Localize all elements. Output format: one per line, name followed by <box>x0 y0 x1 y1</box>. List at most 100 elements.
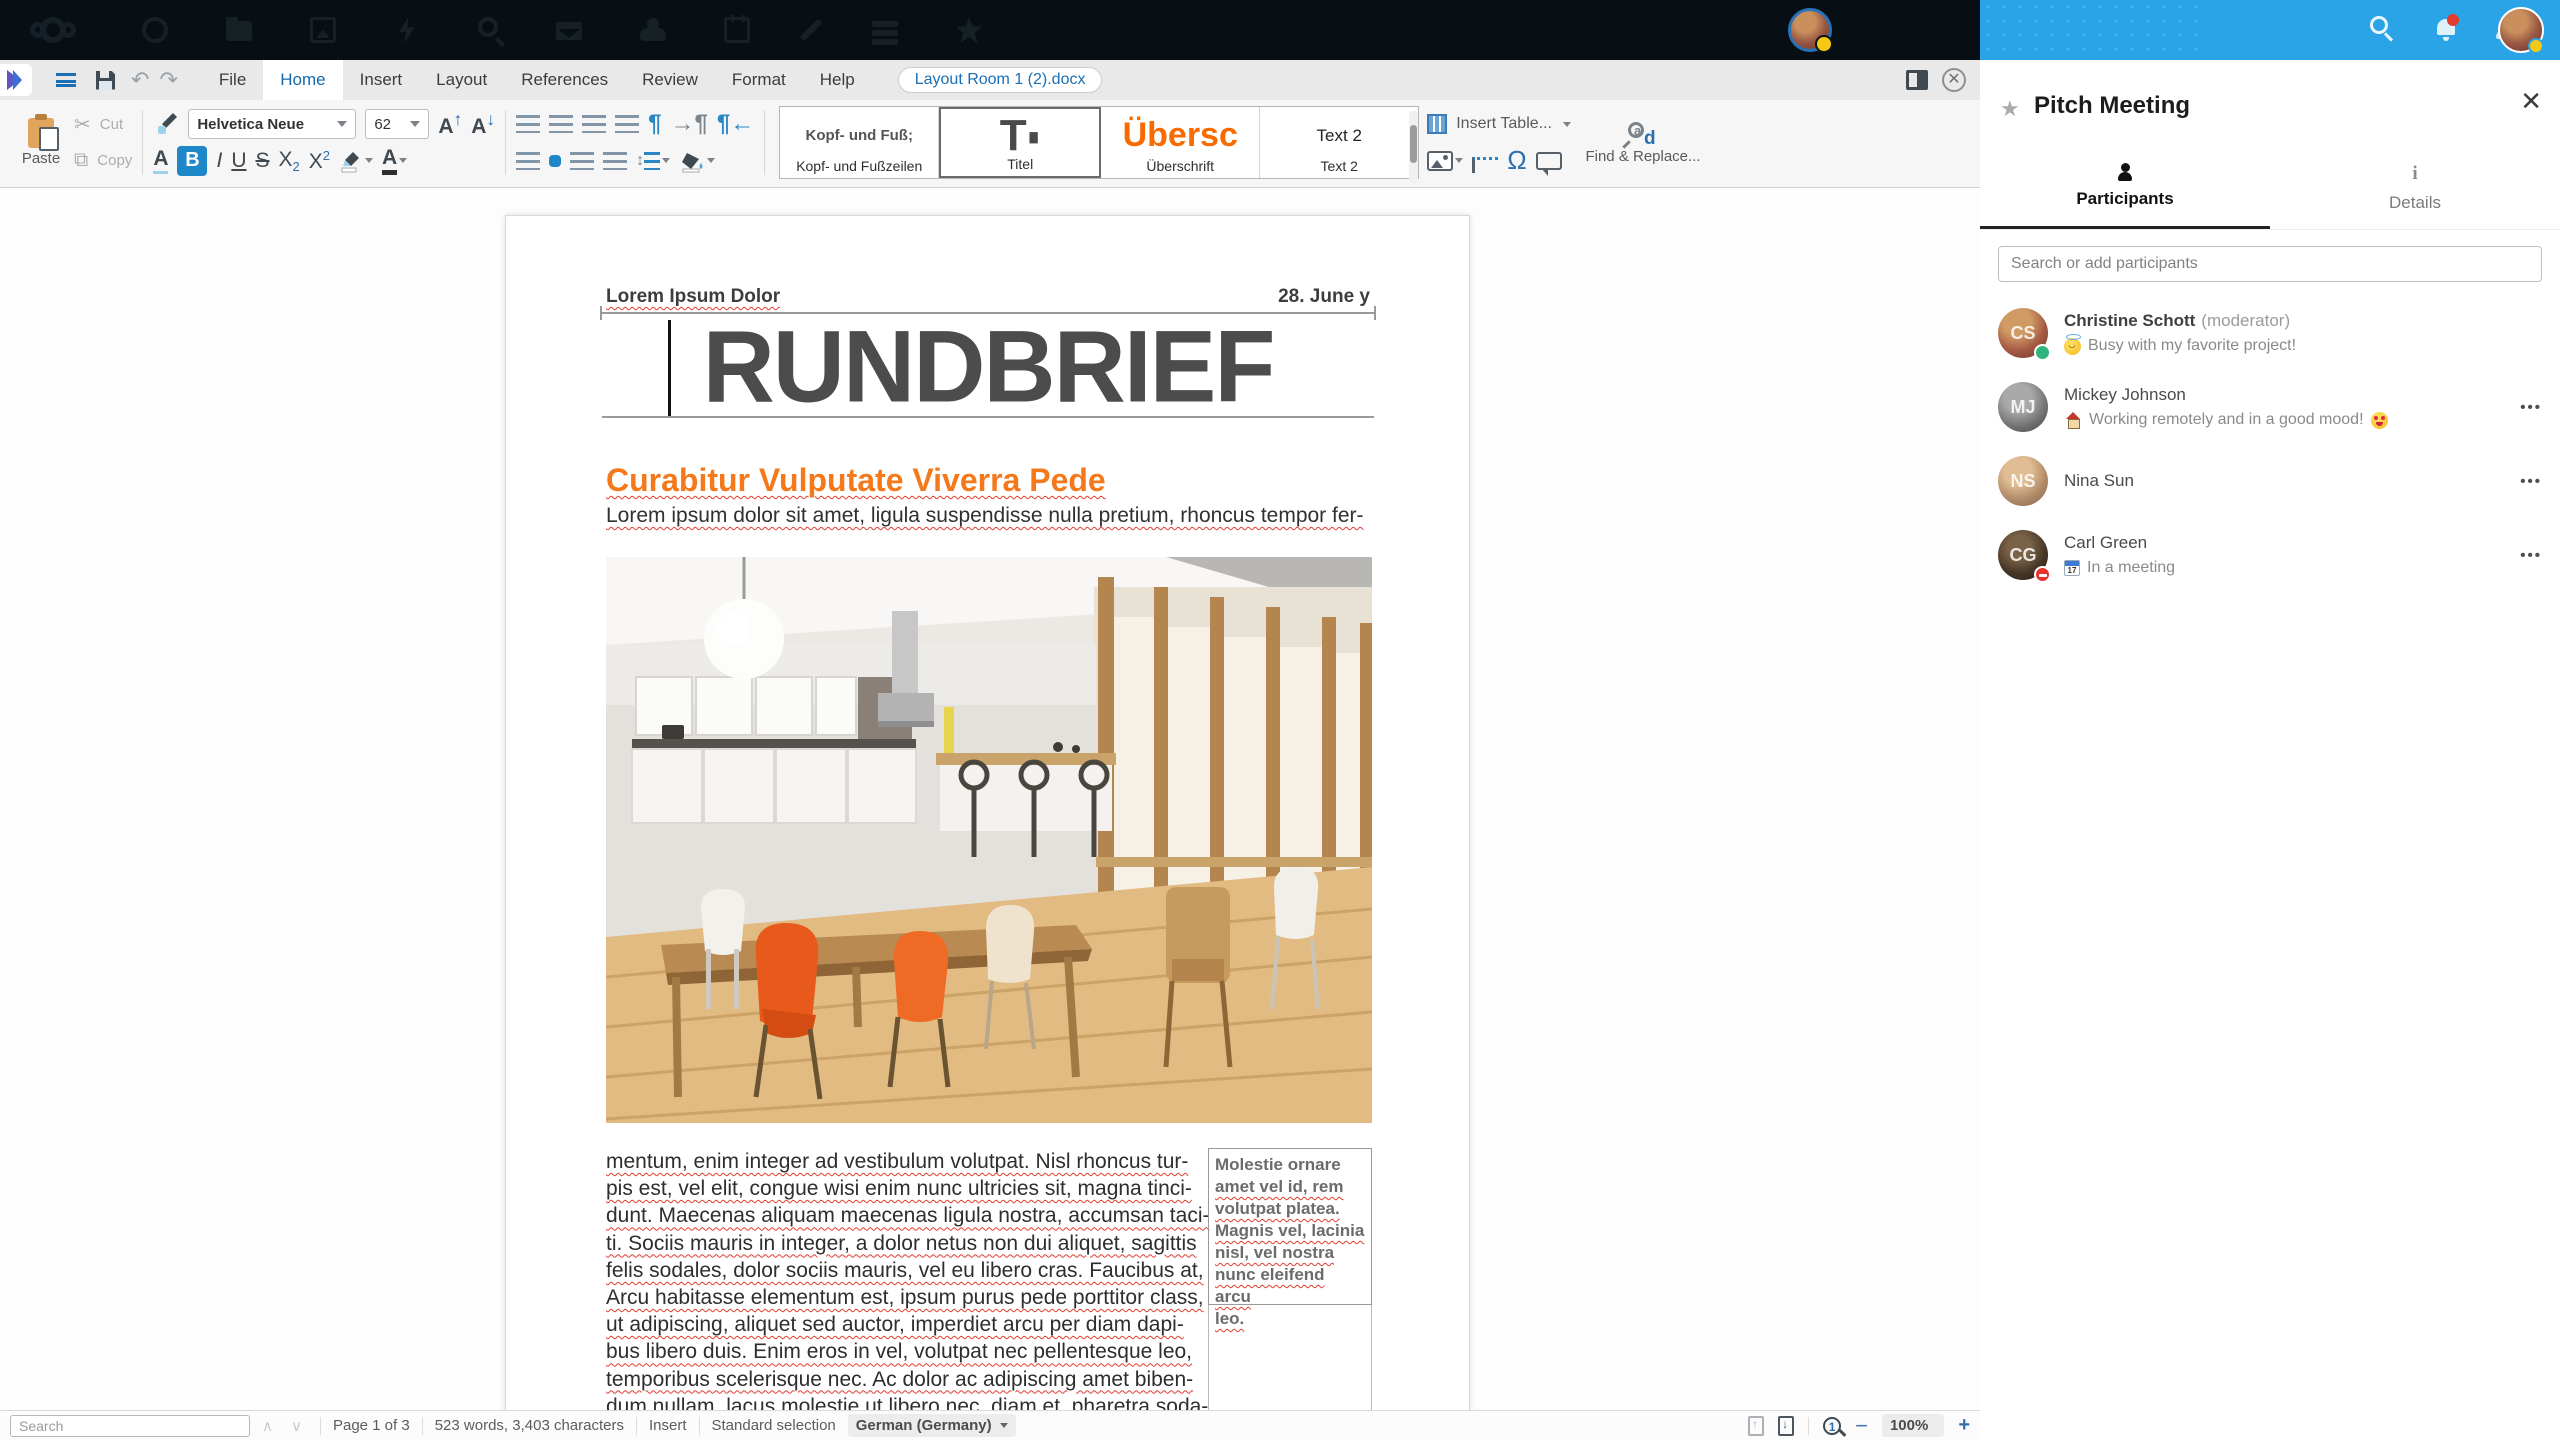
shrink-font-button[interactable]: A↓ <box>471 109 495 139</box>
redo-icon[interactable]: ↷ <box>159 67 177 93</box>
tab-references[interactable]: References <box>504 60 625 100</box>
style-heading[interactable]: Übersc Überschrift <box>1101 107 1261 178</box>
insert-image-button[interactable] <box>1427 150 1464 171</box>
superscript-button[interactable]: X2 <box>309 148 330 174</box>
favorites-icon[interactable] <box>956 17 982 43</box>
collabora-logo-icon[interactable] <box>0 64 32 96</box>
document-name-pill[interactable]: Layout Room 1 (2).docx <box>897 67 1103 93</box>
tab-format[interactable]: Format <box>715 60 803 100</box>
zoom-reset-icon[interactable]: 1 <box>1823 1416 1842 1435</box>
strikethrough-button[interactable]: S <box>256 149 270 173</box>
ltr-paragraph-icon[interactable]: →¶ <box>671 110 708 138</box>
underline-button[interactable]: U <box>231 149 246 173</box>
justify-icon[interactable] <box>603 151 628 170</box>
special-character-icon[interactable]: Ω <box>1507 145 1526 176</box>
deck-icon[interactable] <box>872 21 898 27</box>
tab-home[interactable]: Home <box>263 60 343 100</box>
numbered-list-icon[interactable] <box>549 115 574 134</box>
menu-toggle-icon[interactable] <box>56 73 76 87</box>
style-text2[interactable]: Text 2 Text 2 <box>1260 107 1418 178</box>
background-color-button[interactable] <box>679 149 716 173</box>
align-left-icon[interactable] <box>516 151 541 170</box>
bullet-list-icon[interactable] <box>516 115 541 134</box>
nextcloud-logo-icon[interactable] <box>30 17 76 43</box>
insert-mode[interactable]: Insert <box>649 1417 687 1434</box>
decrease-indent-icon[interactable] <box>615 115 640 134</box>
language-select[interactable]: German (Germany) <box>847 1414 1016 1437</box>
sidebar-text-frame[interactable]: Molestie ornare amet vel id, rem volutpa… <box>1208 1148 1372 1328</box>
search-prev-icon[interactable]: ∧ <box>262 1417 279 1435</box>
line-spacing-button[interactable]: ↕ <box>636 151 671 170</box>
close-document-icon[interactable]: ✕ <box>1942 68 1966 92</box>
zoom-level-select[interactable]: 100% <box>1881 1414 1945 1437</box>
page-info[interactable]: Page 1 of 3 <box>333 1417 410 1434</box>
sidebar-toggle-icon[interactable] <box>1906 70 1928 90</box>
bold-button[interactable]: B <box>177 145 208 176</box>
tab-participants[interactable]: Participants <box>1980 146 2270 229</box>
save-icon[interactable] <box>96 70 115 90</box>
zoom-out-icon[interactable]: − <box>1855 1413 1868 1439</box>
title-frame[interactable]: RUNDBRIEF <box>600 306 1376 424</box>
unified-search-icon[interactable] <box>2370 16 2398 44</box>
previous-page-icon[interactable] <box>1748 1415 1765 1436</box>
font-name-select[interactable]: Helvetica Neue <box>188 109 357 140</box>
word-count[interactable]: 523 words, 3,403 characters <box>435 1417 624 1434</box>
photos-icon[interactable] <box>310 17 336 43</box>
format-paintbrush-icon[interactable] <box>153 111 179 137</box>
tab-details[interactable]: i Details <box>2270 146 2560 229</box>
participant-menu-icon[interactable]: ••• <box>2520 399 2542 416</box>
participant-row[interactable]: MJ Mickey Johnson Working remotely and i… <box>1980 370 2560 444</box>
highlight-color-button[interactable] <box>339 149 374 173</box>
style-title[interactable]: T ∎ Titel <box>939 107 1102 178</box>
participant-row[interactable]: CS Christine Schott (moderator) Busy with… <box>1980 296 2560 370</box>
tab-layout[interactable]: Layout <box>419 60 504 100</box>
paste-button[interactable]: Paste <box>10 104 72 181</box>
align-right-icon[interactable] <box>570 151 595 170</box>
calendar-icon[interactable] <box>724 15 750 43</box>
participant-row[interactable]: CG Carl Green 17 In a meeting ••• <box>1980 518 2560 592</box>
next-page-icon[interactable] <box>1778 1415 1795 1436</box>
participant-search-input[interactable] <box>1998 246 2542 282</box>
align-center-icon[interactable] <box>549 154 562 167</box>
favorite-star-icon[interactable]: ★ <box>2000 96 2020 122</box>
undo-icon[interactable]: ↶ <box>131 67 149 93</box>
style-header-footer[interactable]: Kopf- und Fuß; Kopf- und Fußzeilen <box>780 107 940 178</box>
tab-review[interactable]: Review <box>625 60 715 100</box>
font-color-button[interactable]: A <box>382 146 408 176</box>
mail-icon[interactable] <box>556 22 582 40</box>
participant-menu-icon[interactable]: ••• <box>2520 547 2542 564</box>
files-icon[interactable] <box>226 17 252 41</box>
contacts-icon[interactable] <box>640 18 666 41</box>
dashboard-icon[interactable] <box>142 17 168 43</box>
page-break-icon[interactable] <box>1472 156 1499 173</box>
clear-formatting-button[interactable]: A <box>153 147 169 175</box>
activity-icon[interactable] <box>399 17 415 43</box>
grow-font-button[interactable]: A↑ <box>438 109 462 139</box>
subscript-button[interactable]: X2 <box>279 148 300 174</box>
document-page[interactable]: Lorem Ipsum Dolor 28. June y RUNDBRIEF C… <box>505 215 1470 1410</box>
insert-comment-icon[interactable] <box>1535 151 1562 176</box>
kitchen-photo[interactable] <box>606 557 1372 1123</box>
insert-table-button[interactable]: Insert Table... <box>1427 106 1571 143</box>
document-canvas[interactable]: Lorem Ipsum Dolor 28. June y RUNDBRIEF C… <box>0 189 1980 1410</box>
participant-row[interactable]: NS Nina Sun ••• <box>1980 444 2560 518</box>
increase-indent-icon[interactable] <box>582 115 607 134</box>
find-replace-button[interactable]: ad Find & Replace... <box>1573 104 1713 181</box>
user-avatar[interactable] <box>1788 8 1833 53</box>
rtl-paragraph-icon[interactable]: ¶← <box>717 110 754 138</box>
search-next-icon[interactable]: ∨ <box>291 1417 308 1435</box>
notifications-bell-icon[interactable] <box>2432 14 2460 44</box>
copy-button[interactable]: ⧉ Copy <box>74 143 132 180</box>
notes-icon[interactable] <box>799 18 823 42</box>
participant-menu-icon[interactable]: ••• <box>2520 473 2542 490</box>
close-sidebar-icon[interactable]: ✕ <box>2520 86 2542 117</box>
formatting-marks-icon[interactable]: ¶ <box>648 110 661 138</box>
style-gallery-scrollbar[interactable] <box>1409 111 1419 183</box>
talk-user-avatar[interactable] <box>2498 7 2544 54</box>
italic-button[interactable]: I <box>216 149 222 173</box>
cut-button[interactable]: ✂ Cut <box>74 106 132 143</box>
search-icon[interactable] <box>478 17 498 37</box>
tab-file[interactable]: File <box>202 60 263 100</box>
selection-mode[interactable]: Standard selection <box>712 1417 836 1434</box>
zoom-in-icon[interactable]: + <box>1958 1414 1970 1437</box>
